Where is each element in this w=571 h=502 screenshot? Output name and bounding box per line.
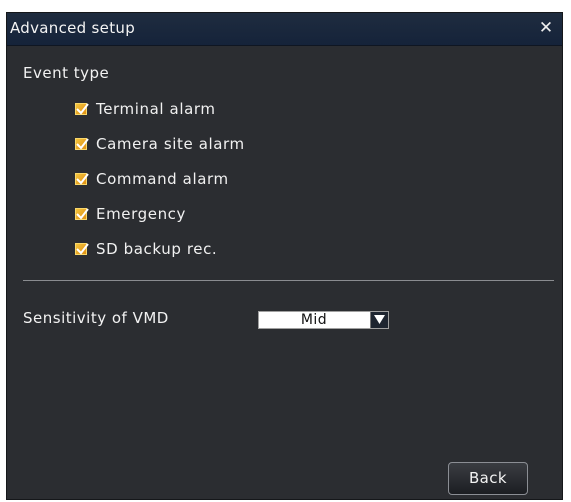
check-icon [76,137,89,150]
chevron-down-icon [374,315,385,324]
title-bar: Advanced setup ✕ [7,13,562,46]
vmd-sensitivity-value: Mid [300,312,328,328]
event-item-label: Camera site alarm [96,134,245,153]
event-item-label: Emergency [96,204,187,223]
check-icon [76,207,89,220]
event-item-label: SD backup rec. [96,239,218,258]
event-item-command-alarm[interactable]: Command alarm [75,161,245,196]
event-item-emergency[interactable]: Emergency [75,196,245,231]
command-alarm-checkbox[interactable] [75,172,89,185]
vmd-sensitivity-select[interactable]: Mid [258,311,389,329]
check-icon [76,172,89,185]
event-item-terminal-alarm[interactable]: Terminal alarm [75,91,245,126]
terminal-alarm-checkbox[interactable] [75,102,89,115]
check-icon [76,242,89,255]
event-type-label: Event type [23,64,110,82]
event-item-sd-backup-rec[interactable]: SD backup rec. [75,231,245,266]
sd-backup-rec-checkbox[interactable] [75,242,89,255]
emergency-checkbox[interactable] [75,207,89,220]
close-icon[interactable]: ✕ [536,18,556,38]
vmd-sensitivity-label: Sensitivity of VMD [23,309,169,327]
event-item-label: Terminal alarm [96,99,216,118]
back-button[interactable]: Back [448,462,528,495]
advanced-setup-dialog: Advanced setup ✕ Event type Terminal ala… [6,12,563,500]
event-item-label: Command alarm [96,169,229,188]
event-item-camera-site-alarm[interactable]: Camera site alarm [75,126,245,161]
dialog-title: Advanced setup [10,19,136,37]
dropdown-button[interactable] [370,312,388,328]
event-type-list: Terminal alarm Camera site alarm Command… [75,91,245,266]
section-divider [23,280,554,281]
check-icon [76,102,89,115]
camera-site-alarm-checkbox[interactable] [75,137,89,150]
